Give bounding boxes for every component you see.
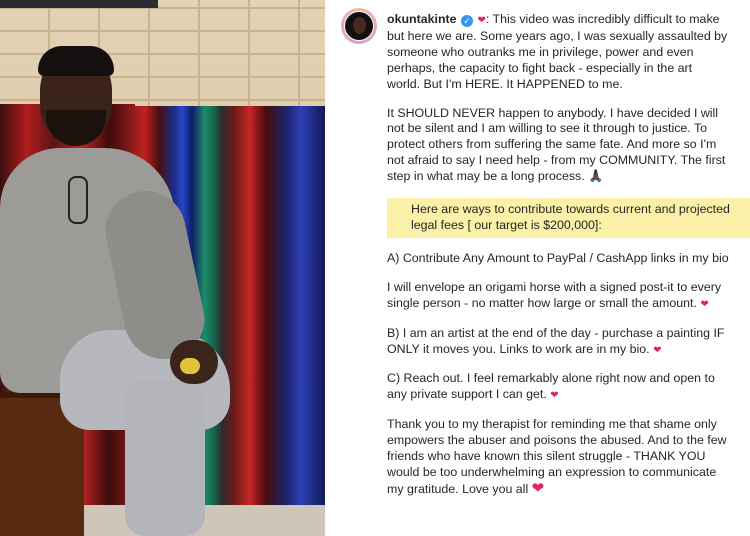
caption-paragraph-a: A) Contribute Any Amount to PayPal / Cas…: [387, 251, 750, 267]
avatar[interactable]: [341, 8, 377, 44]
caption-line: okuntakinte ✓ ❤: This video was incredib…: [387, 12, 750, 29]
caption-line: ONLY it moves you. Links to work are in …: [387, 342, 750, 359]
caption-line: legal fees [ our target is $200,000]:: [411, 217, 602, 232]
glasses-icon: [68, 176, 88, 224]
caption-line: but here we are. Some years ago, I was s…: [387, 28, 728, 43]
post-photo: [0, 0, 325, 536]
hair: [38, 46, 114, 76]
caption-line: would be too underwhelming an expression…: [387, 464, 717, 479]
caption-line: single person - no matter how large or s…: [387, 296, 750, 313]
caption-line: I will envelope an origami horse with a …: [387, 279, 722, 294]
heart-emoji-icon: ❤: [653, 344, 662, 356]
caption-paragraph-b: B) I am an artist at the end of the day …: [387, 326, 750, 359]
caption-line: not be silent and I am willing to see it…: [387, 121, 708, 136]
heart-emoji-icon: ❤: [477, 15, 486, 26]
username-link[interactable]: okuntakinte: [387, 12, 457, 26]
caption-line: not afraid to say I need help - from my …: [387, 153, 726, 168]
caption-text: okuntakinte ✓ ❤: This video was incredib…: [387, 12, 750, 511]
caption-line: any private support I can get. ❤: [387, 387, 750, 404]
caption-line-text: my gratitude. Love you all: [387, 481, 529, 496]
caption-line: step in what may be a long process. 🙏🏿: [387, 169, 604, 184]
caption-line: C) Reach out. I feel remarkably alone ri…: [387, 371, 715, 386]
caption-line: B) I am an artist at the end of the day …: [387, 325, 725, 340]
caption-line: It SHOULD NEVER happen to anybody. I hav…: [387, 105, 719, 120]
caption-line-text: ONLY it moves you. Links to work are in …: [387, 341, 650, 356]
heart-emoji-icon: ❤: [550, 390, 559, 402]
caption-line: Here are ways to contribute towards curr…: [411, 202, 730, 217]
caption-line: empowers the abuser and poisons the abus…: [387, 433, 727, 448]
caption-paragraph-c: C) Reach out. I feel remarkably alone ri…: [387, 371, 750, 404]
caption-line-text: single person - no matter how large or s…: [387, 295, 697, 310]
highlighted-paragraph: Here are ways to contribute towards curr…: [387, 198, 750, 238]
caption-line: friends who have known this silent strug…: [387, 449, 706, 464]
post-caption: okuntakinte ✓ ❤: This video was incredib…: [325, 0, 750, 536]
heart-emoji-icon: ❤: [531, 479, 545, 497]
verified-badge-icon: ✓: [461, 15, 473, 27]
caption-line: my gratitude. Love you all ❤: [387, 479, 750, 498]
avatar-face: [353, 17, 366, 34]
caption-line: A) Contribute Any Amount to PayPal / Cas…: [387, 250, 729, 265]
gold-ring: [180, 358, 200, 374]
caption-line: world. But I'm HERE. It HAPPENED to me.: [387, 76, 623, 91]
caption-paragraph-envelope: I will envelope an origami horse with a …: [387, 280, 750, 313]
caption-line-text: : This video was incredibly difficult to…: [485, 12, 720, 26]
caption-paragraph-never: It SHOULD NEVER happen to anybody. I hav…: [387, 106, 750, 186]
picture-frame-edge: [0, 0, 158, 8]
caption-line: protect others from suffering the same f…: [387, 137, 717, 152]
caption-paragraph-thanks: Thank you to my therapist for reminding …: [387, 417, 750, 498]
caption-line: perhaps, the capacity to fight back - es…: [387, 60, 693, 75]
caption-paragraph-intro: okuntakinte ✓ ❤: This video was incredib…: [387, 12, 750, 93]
caption-line-text: any private support I can get.: [387, 387, 547, 402]
avatar-image: [344, 11, 374, 41]
heart-emoji-icon: ❤: [700, 298, 709, 310]
caption-line: Thank you to my therapist for reminding …: [387, 417, 717, 432]
caption-line: someone who outranks me in privilege, po…: [387, 44, 694, 59]
lower-leg: [125, 380, 205, 536]
